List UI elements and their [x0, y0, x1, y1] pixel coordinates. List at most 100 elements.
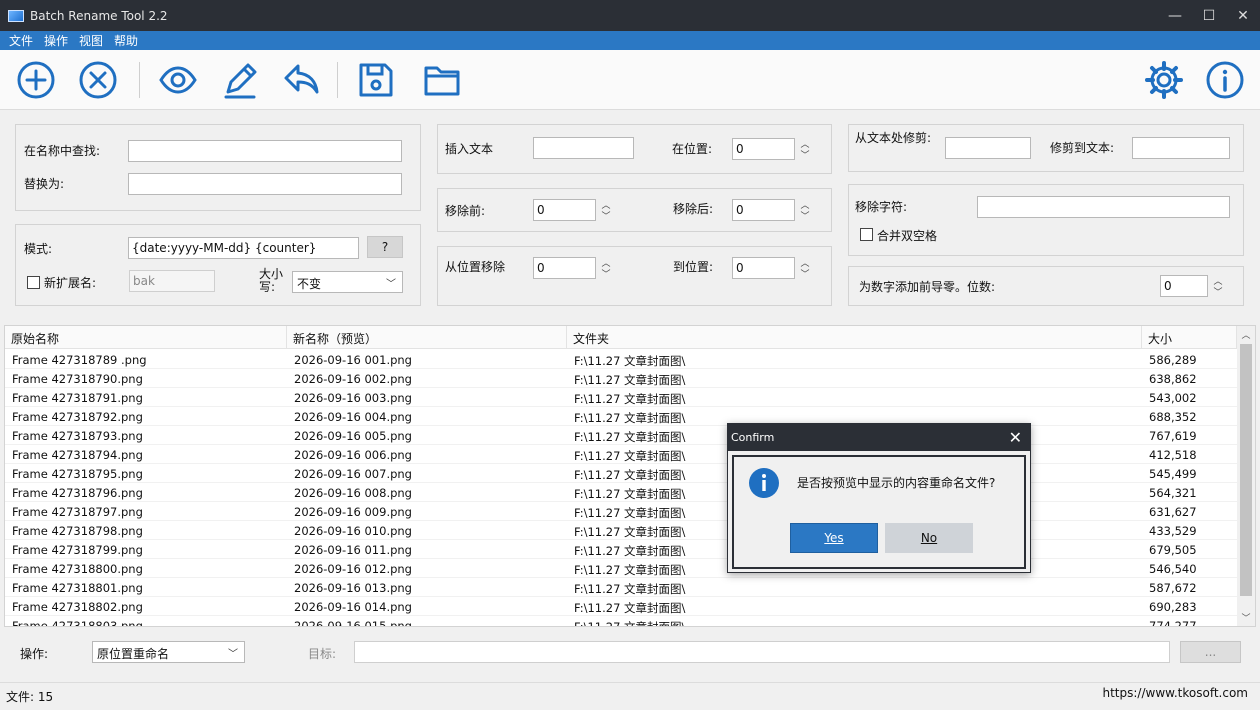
about-button[interactable]: [1204, 59, 1246, 101]
cell-original-name: Frame 427318800.png: [12, 562, 143, 576]
eye-icon: [159, 66, 197, 94]
column-folder[interactable]: 文件夹: [567, 326, 1142, 349]
menu-help[interactable]: 帮助: [114, 32, 138, 49]
remove-to-input[interactable]: 0: [732, 257, 795, 279]
table-row[interactable]: Frame 427318795.png 2026-09-16 007.png F:\…: [5, 464, 1237, 483]
scroll-down-icon[interactable]: ﹀: [1237, 609, 1255, 626]
table-row[interactable]: Frame 427318790.png 2026-09-16 002.png F:\…: [5, 369, 1237, 388]
remove-after-label: 移除后:: [673, 202, 714, 216]
cell-folder: F:\11.27 文章封面图\: [574, 392, 686, 406]
gear-icon: [1145, 61, 1183, 99]
column-new-name[interactable]: 新名称（预览）: [287, 326, 567, 349]
merge-spaces-label: 合并双空格: [877, 229, 938, 243]
save-button[interactable]: [355, 59, 397, 101]
trim-panel: 从文本处修剪: 修剪到文本:: [848, 124, 1244, 172]
remove-before-input[interactable]: 0: [533, 199, 596, 221]
no-button[interactable]: No: [885, 523, 973, 553]
add-files-button[interactable]: [15, 59, 57, 101]
column-original-name[interactable]: 原始名称: [5, 326, 287, 349]
new-ext-label: 新扩展名:: [44, 276, 97, 290]
leading-zeros-spinner[interactable]: ︿ ﹀: [1212, 275, 1224, 298]
operation-bar: 操作: 原位置重命名 ﹀ 目标: ...: [0, 630, 1260, 680]
maximize-button[interactable]: ☐: [1192, 0, 1226, 31]
cell-original-name: Frame 427318796.png: [12, 486, 143, 500]
remove-before-spinner[interactable]: ︿ ﹀: [600, 199, 612, 222]
trim-to-input[interactable]: [1132, 137, 1230, 159]
cell-new-name: 2026-09-16 001.png: [294, 353, 412, 367]
find-label: 在名称中查找:: [24, 144, 101, 158]
merge-spaces-checkbox[interactable]: [860, 228, 873, 241]
cell-original-name: Frame 427318799.png: [12, 543, 143, 557]
cell-new-name: 2026-09-16 003.png: [294, 391, 412, 405]
trim-from-input[interactable]: [945, 137, 1031, 159]
table-row[interactable]: Frame 427318800.png 2026-09-16 012.png F:\…: [5, 559, 1237, 578]
minimize-button[interactable]: —: [1158, 0, 1192, 31]
table-row[interactable]: Frame 427318803.png 2026-09-16 015.png F:\…: [5, 616, 1237, 627]
table-scrollbar[interactable]: ︿ ﹀: [1237, 326, 1255, 626]
yes-button[interactable]: Yes: [790, 523, 878, 553]
status-bar: 文件: 15 https://www.tkosoft.com: [0, 682, 1260, 710]
preview-button[interactable]: [157, 59, 199, 101]
info-icon: [1206, 61, 1244, 99]
table-row[interactable]: Frame 427318792.png 2026-09-16 004.png F:\…: [5, 407, 1237, 426]
remove-chars-label: 移除字符:: [855, 200, 908, 214]
website-link[interactable]: https://www.tkosoft.com: [1103, 686, 1249, 700]
cell-original-name: Frame 427318798.png: [12, 524, 143, 538]
case-select[interactable]: 不变 ﹀: [292, 271, 403, 293]
table-row[interactable]: Frame 427318796.png 2026-09-16 008.png F:\…: [5, 483, 1237, 502]
remove-to-spinner[interactable]: ︿ ﹀: [799, 257, 811, 280]
cell-original-name: Frame 427318791.png: [12, 391, 143, 405]
leading-zeros-panel: 为数字添加前导零。位数: 0 ︿ ﹀: [848, 266, 1244, 306]
remove-from-spinner[interactable]: ︿ ﹀: [600, 257, 612, 280]
new-ext-input[interactable]: bak: [129, 270, 215, 292]
menu-operation[interactable]: 操作: [44, 32, 68, 49]
insert-input[interactable]: [533, 137, 634, 159]
case-select-value: 不变: [297, 277, 322, 291]
undo-button[interactable]: [281, 59, 323, 101]
cell-size: 638,862: [1149, 372, 1197, 386]
leading-zeros-input[interactable]: 0: [1160, 275, 1208, 297]
column-size[interactable]: 大小: [1142, 326, 1237, 349]
cell-size: 774,277: [1149, 619, 1197, 627]
remove-after-input[interactable]: 0: [732, 199, 795, 221]
at-position-spinner[interactable]: ︿ ﹀: [799, 138, 811, 161]
target-input[interactable]: [354, 641, 1170, 663]
operation-select[interactable]: 原位置重命名 ﹀: [92, 641, 245, 663]
table-row[interactable]: Frame 427318801.png 2026-09-16 013.png F:\…: [5, 578, 1237, 597]
rename-button[interactable]: [219, 59, 261, 101]
remove-files-button[interactable]: [77, 59, 119, 101]
open-folder-button[interactable]: [421, 59, 463, 101]
cell-original-name: Frame 427318803.png: [12, 619, 143, 627]
remove-after-spinner[interactable]: ︿ ﹀: [799, 199, 811, 222]
table-row[interactable]: Frame 427318797.png 2026-09-16 009.png F:\…: [5, 502, 1237, 521]
title-bar: Batch Rename Tool 2.2 — ☐ ✕: [0, 0, 1260, 31]
replace-input[interactable]: [128, 173, 402, 195]
new-ext-checkbox[interactable]: [27, 276, 40, 289]
cell-size: 433,529: [1149, 524, 1197, 538]
find-input[interactable]: [128, 140, 402, 162]
find-replace-panel: 在名称中查找: 替换为:: [15, 124, 421, 211]
settings-button[interactable]: [1143, 59, 1185, 101]
dialog-close-button[interactable]: ✕: [1009, 428, 1022, 447]
table-row[interactable]: Frame 427318794.png 2026-09-16 006.png F:\…: [5, 445, 1237, 464]
menu-file[interactable]: 文件: [9, 32, 33, 49]
table-row[interactable]: Frame 427318799.png 2026-09-16 011.png F:\…: [5, 540, 1237, 559]
scroll-thumb[interactable]: [1240, 344, 1252, 596]
mode-help-button[interactable]: ?: [367, 236, 403, 258]
remove-chars-input[interactable]: [977, 196, 1230, 218]
table-row[interactable]: Frame 427318791.png 2026-09-16 003.png F:\…: [5, 388, 1237, 407]
at-position-input[interactable]: 0: [732, 138, 795, 160]
cell-size: 543,002: [1149, 391, 1197, 405]
table-row[interactable]: Frame 427318789 .png 2026-09-16 001.png F:…: [5, 350, 1237, 369]
remove-from-input[interactable]: 0: [533, 257, 596, 279]
scroll-up-icon[interactable]: ︿: [1237, 326, 1255, 343]
cell-size: 688,352: [1149, 410, 1197, 424]
browse-button[interactable]: ...: [1180, 641, 1241, 663]
table-row[interactable]: Frame 427318793.png 2026-09-16 005.png F:\…: [5, 426, 1237, 445]
chevron-down-icon: ﹀: [386, 279, 396, 290]
close-window-button[interactable]: ✕: [1226, 0, 1260, 31]
table-row[interactable]: Frame 427318798.png 2026-09-16 010.png F:\…: [5, 521, 1237, 540]
menu-view[interactable]: 视图: [79, 32, 103, 49]
mode-input[interactable]: {date:yyyy-MM-dd} {counter}: [128, 237, 359, 259]
table-row[interactable]: Frame 427318802.png 2026-09-16 014.png F:\…: [5, 597, 1237, 616]
